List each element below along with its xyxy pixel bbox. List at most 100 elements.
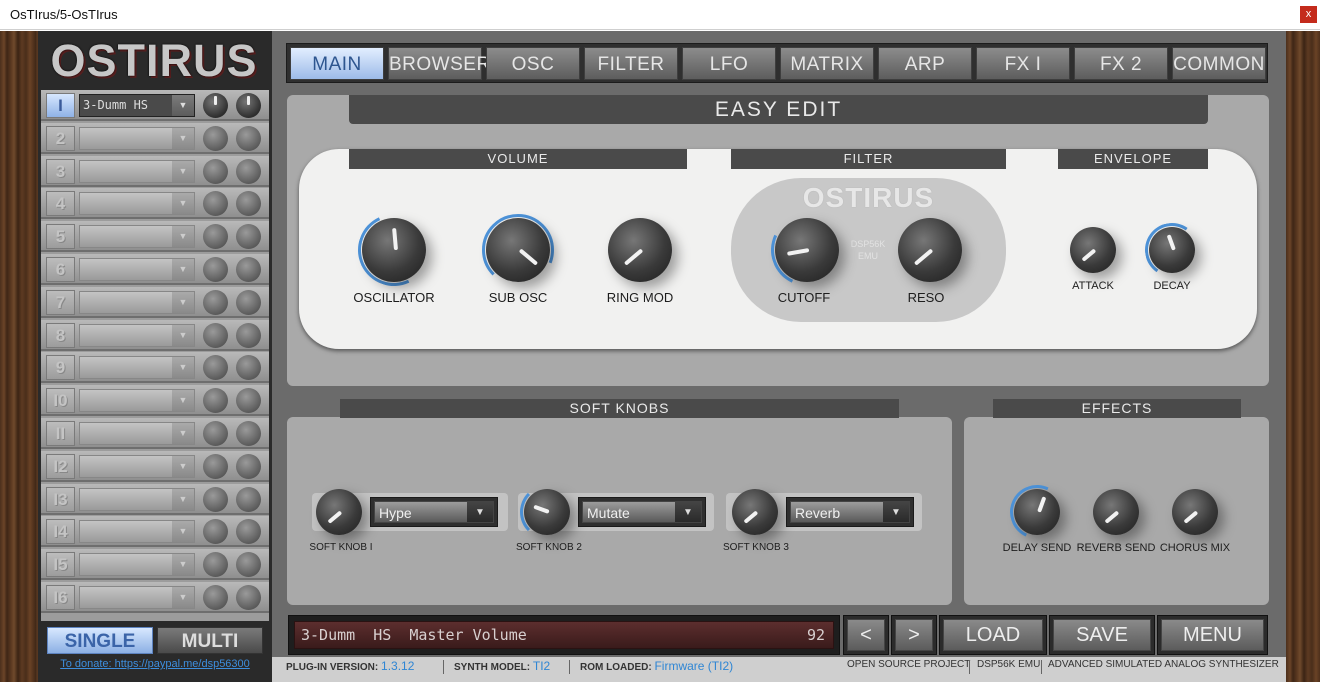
part-pan-knob[interactable]	[236, 322, 261, 348]
reverb-send-knob[interactable]	[1093, 489, 1139, 535]
part-pan-knob[interactable]	[236, 257, 261, 282]
part-pan-knob[interactable]	[236, 224, 261, 250]
menu-button[interactable]: MENU	[1157, 615, 1268, 655]
part-number-button[interactable]: 8	[46, 322, 75, 348]
part-pan-knob[interactable]	[236, 289, 261, 315]
part-preset-dropdown[interactable]: ▼	[79, 290, 195, 314]
part-preset-dropdown[interactable]: ▼	[79, 454, 195, 478]
part-pan-knob[interactable]	[236, 93, 261, 118]
part-pan-knob[interactable]	[236, 388, 261, 414]
cutoff-knob[interactable]	[775, 218, 839, 282]
part-pan-knob[interactable]	[236, 125, 261, 151]
close-button[interactable]: x	[1300, 6, 1317, 23]
part-preset-dropdown[interactable]: 3-Dumm HS ▼	[79, 94, 195, 117]
part-volume-knob[interactable]	[203, 158, 228, 184]
part-preset-dropdown[interactable]: ▼	[79, 586, 195, 609]
rom-info: ROM LOADED: Firmware (TI2)	[580, 659, 734, 673]
part-volume-knob[interactable]	[203, 125, 228, 151]
soft-knob-1[interactable]	[316, 489, 362, 535]
part-number-button[interactable]: 2	[46, 125, 75, 151]
donate-link[interactable]: To donate: https://paypal.me/dsp56300	[41, 658, 269, 670]
part-number-button[interactable]: II	[46, 421, 75, 446]
tab-main[interactable]: MAIN	[290, 47, 384, 80]
next-preset-button[interactable]: >	[891, 615, 937, 655]
part-number-button[interactable]: I3	[46, 486, 75, 512]
part-number-button[interactable]: I	[46, 93, 75, 118]
soft-knob-3[interactable]	[732, 489, 778, 535]
part-volume-knob[interactable]	[203, 388, 228, 414]
part-pan-knob[interactable]	[236, 355, 261, 381]
delay-send-knob[interactable]	[1014, 489, 1060, 535]
part-volume-knob[interactable]	[203, 289, 228, 315]
part-number-button[interactable]: I0	[46, 388, 75, 414]
chorus-mix-knob[interactable]	[1172, 489, 1218, 535]
oscillator-knob[interactable]	[362, 218, 426, 282]
part-number-button[interactable]: 5	[46, 224, 75, 250]
tab-fx-2[interactable]: FX 2	[1074, 47, 1168, 80]
part-volume-knob[interactable]	[203, 355, 228, 381]
part-preset-dropdown[interactable]: ▼	[79, 422, 195, 445]
part-preset-dropdown[interactable]: ▼	[79, 323, 195, 347]
soft-knob-2[interactable]	[524, 489, 570, 535]
part-volume-knob[interactable]	[203, 93, 228, 118]
part-pan-knob[interactable]	[236, 191, 261, 217]
multi-mode-button[interactable]: MULTI	[157, 627, 263, 654]
part-preset-dropdown[interactable]: ▼	[79, 126, 195, 150]
part-number-button[interactable]: I2	[46, 453, 75, 479]
part-pan-knob[interactable]	[236, 552, 261, 578]
part-volume-knob[interactable]	[203, 224, 228, 250]
part-volume-knob[interactable]	[203, 519, 228, 545]
part-volume-knob[interactable]	[203, 322, 228, 348]
part-volume-knob[interactable]	[203, 421, 228, 446]
reso-knob[interactable]	[898, 218, 962, 282]
part-volume-knob[interactable]	[203, 257, 228, 282]
part-preset-dropdown[interactable]: ▼	[79, 258, 195, 281]
part-volume-knob[interactable]	[203, 552, 228, 578]
part-volume-knob[interactable]	[203, 585, 228, 610]
part-preset-dropdown[interactable]: ▼	[79, 389, 195, 413]
part-pan-knob[interactable]	[236, 158, 261, 184]
tab-matrix[interactable]: MATRIX	[780, 47, 874, 80]
sub-osc-knob[interactable]	[486, 218, 550, 282]
part-preset-dropdown[interactable]: ▼	[79, 192, 195, 216]
part-preset-dropdown[interactable]: ▼	[79, 553, 195, 577]
part-preset-dropdown[interactable]: ▼	[79, 487, 195, 511]
tab-lfo[interactable]: LFO	[682, 47, 776, 80]
prev-preset-button[interactable]: <	[843, 615, 889, 655]
part-pan-knob[interactable]	[236, 585, 261, 610]
part-volume-knob[interactable]	[203, 191, 228, 217]
load-button[interactable]: LOAD	[939, 615, 1047, 655]
tab-fx-i[interactable]: FX I	[976, 47, 1070, 80]
part-preset-dropdown[interactable]: ▼	[79, 159, 195, 183]
tab-browser[interactable]: BROWSER	[388, 47, 490, 80]
tab-filter[interactable]: FILTER	[584, 47, 678, 80]
part-number-button[interactable]: 4	[46, 191, 75, 217]
part-pan-knob[interactable]	[236, 519, 261, 545]
soft-knob-2-dropdown[interactable]: Mutate ▼	[578, 497, 706, 527]
part-pan-knob[interactable]	[236, 486, 261, 512]
single-mode-button[interactable]: SINGLE	[47, 627, 153, 654]
tab-osc[interactable]: OSC	[486, 47, 580, 80]
part-number-button[interactable]: 9	[46, 355, 75, 381]
part-volume-knob[interactable]	[203, 486, 228, 512]
part-volume-knob[interactable]	[203, 453, 228, 479]
decay-knob[interactable]	[1149, 227, 1195, 273]
soft-knob-3-dropdown[interactable]: Reverb ▼	[786, 497, 914, 527]
part-pan-knob[interactable]	[236, 421, 261, 446]
tab-arp[interactable]: ARP	[878, 47, 972, 80]
save-button[interactable]: SAVE	[1049, 615, 1155, 655]
part-number-button[interactable]: 6	[46, 257, 75, 282]
part-preset-dropdown[interactable]: ▼	[79, 225, 195, 249]
soft-knob-1-dropdown[interactable]: Hype ▼	[370, 497, 498, 527]
part-number-button[interactable]: I4	[46, 519, 75, 545]
part-number-button[interactable]: 3	[46, 158, 75, 184]
part-number-button[interactable]: I6	[46, 585, 75, 610]
tab-common[interactable]: COMMON	[1172, 47, 1266, 80]
attack-knob[interactable]	[1070, 227, 1116, 273]
part-preset-dropdown[interactable]: ▼	[79, 356, 195, 380]
part-number-button[interactable]: I5	[46, 552, 75, 578]
part-pan-knob[interactable]	[236, 453, 261, 479]
part-number-button[interactable]: 7	[46, 289, 75, 315]
ring-mod-knob[interactable]	[608, 218, 672, 282]
part-preset-dropdown[interactable]: ▼	[79, 520, 195, 544]
